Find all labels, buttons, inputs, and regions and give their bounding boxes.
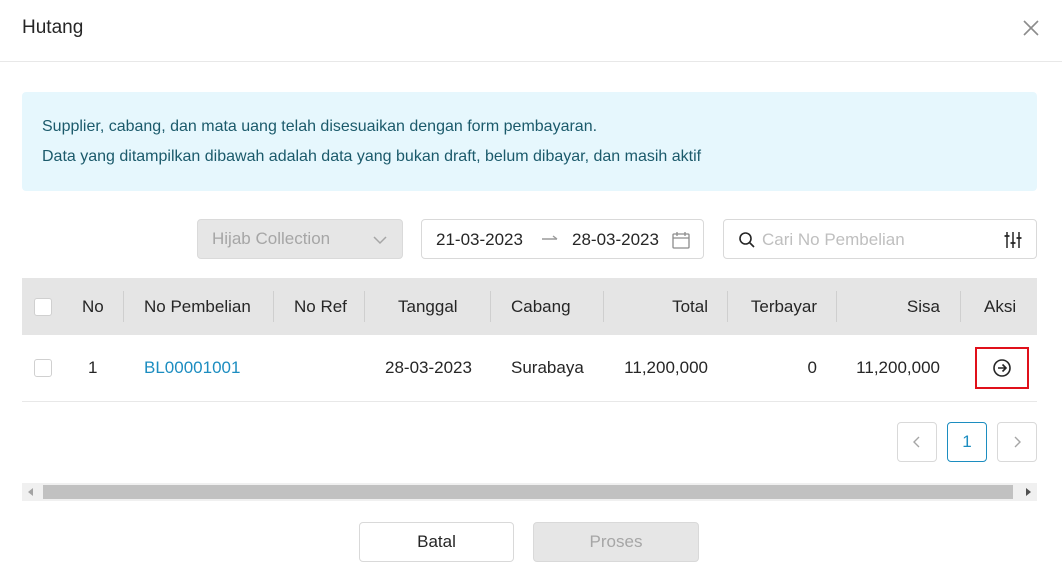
date-to[interactable]: 28-03-2023 bbox=[572, 230, 659, 250]
search-icon bbox=[739, 232, 755, 248]
chevron-down-icon bbox=[373, 236, 387, 245]
modal-title: Hutang bbox=[22, 17, 84, 38]
chevron-right-icon bbox=[1014, 436, 1021, 448]
process-button: Proses bbox=[533, 522, 699, 562]
scroll-left-arrow-icon[interactable] bbox=[28, 488, 33, 496]
table-header: No No Pembelian No Ref Tanggal Cabang To… bbox=[22, 278, 1037, 335]
filter-sliders-icon[interactable] bbox=[1003, 230, 1023, 250]
header-no: No bbox=[82, 296, 104, 316]
cell-terbayar: 0 bbox=[807, 358, 817, 377]
search-input[interactable] bbox=[762, 226, 992, 254]
column-separator bbox=[273, 291, 274, 322]
select-all-checkbox[interactable] bbox=[34, 297, 52, 316]
cell-total: 11,200,000 bbox=[624, 358, 708, 377]
branch-select-value: Hijab Collection bbox=[212, 229, 331, 248]
header-aksi: Aksi bbox=[984, 296, 1017, 316]
arrow-right-icon bbox=[542, 235, 558, 240]
arrow-right-circle-icon bbox=[993, 359, 1011, 377]
select-all-cell bbox=[34, 278, 52, 335]
scroll-right-arrow-icon[interactable] bbox=[1026, 488, 1031, 496]
date-from[interactable]: 21-03-2023 bbox=[436, 230, 523, 250]
header-cabang: Cabang bbox=[511, 296, 571, 316]
row-action-button[interactable] bbox=[975, 347, 1029, 389]
cell-no: 1 bbox=[88, 358, 98, 377]
info-text-line-1: Supplier, cabang, dan mata uang telah di… bbox=[42, 118, 598, 135]
column-separator bbox=[364, 291, 365, 322]
table-row: 1 BL00001001 28-03-2023 Surabaya 11,200,… bbox=[22, 335, 1037, 402]
search-field[interactable] bbox=[723, 219, 1037, 259]
close-icon[interactable] bbox=[1019, 16, 1043, 40]
pagination-page-1[interactable]: 1 bbox=[947, 422, 987, 462]
header-total: Total bbox=[672, 296, 708, 316]
pagination-next-button[interactable] bbox=[997, 422, 1037, 462]
header-sisa: Sisa bbox=[906, 296, 940, 316]
calendar-icon bbox=[672, 232, 690, 249]
cell-cabang: Surabaya bbox=[511, 358, 584, 377]
cancel-button[interactable]: Batal bbox=[359, 522, 514, 562]
header-no-ref: No Ref bbox=[294, 296, 347, 316]
column-separator bbox=[960, 291, 961, 322]
horizontal-scrollbar[interactable] bbox=[22, 483, 1037, 501]
branch-select: Hijab Collection bbox=[197, 219, 403, 259]
row-select-cell bbox=[34, 335, 52, 401]
column-separator bbox=[490, 291, 491, 322]
cell-sisa: 11,200,000 bbox=[856, 358, 940, 377]
info-alert: Supplier, cabang, dan mata uang telah di… bbox=[22, 92, 1037, 191]
date-range-picker[interactable]: 21-03-2023 28-03-2023 bbox=[421, 219, 704, 259]
header-no-pembelian: No Pembelian bbox=[144, 296, 251, 316]
header-terbayar: Terbayar bbox=[750, 296, 817, 316]
header-tanggal: Tanggal bbox=[398, 296, 458, 316]
modal-header: Hutang bbox=[0, 0, 1062, 62]
cell-tanggal: 28-03-2023 bbox=[385, 358, 472, 377]
column-separator bbox=[123, 291, 124, 322]
scrollbar-thumb[interactable] bbox=[43, 485, 1013, 499]
chevron-left-icon bbox=[913, 436, 920, 448]
info-text-line-2: Data yang ditampilkan dibawah adalah dat… bbox=[42, 148, 702, 165]
cell-no-pembelian-link[interactable]: BL00001001 bbox=[144, 335, 240, 401]
pagination-prev-button[interactable] bbox=[897, 422, 937, 462]
row-checkbox[interactable] bbox=[34, 359, 52, 377]
